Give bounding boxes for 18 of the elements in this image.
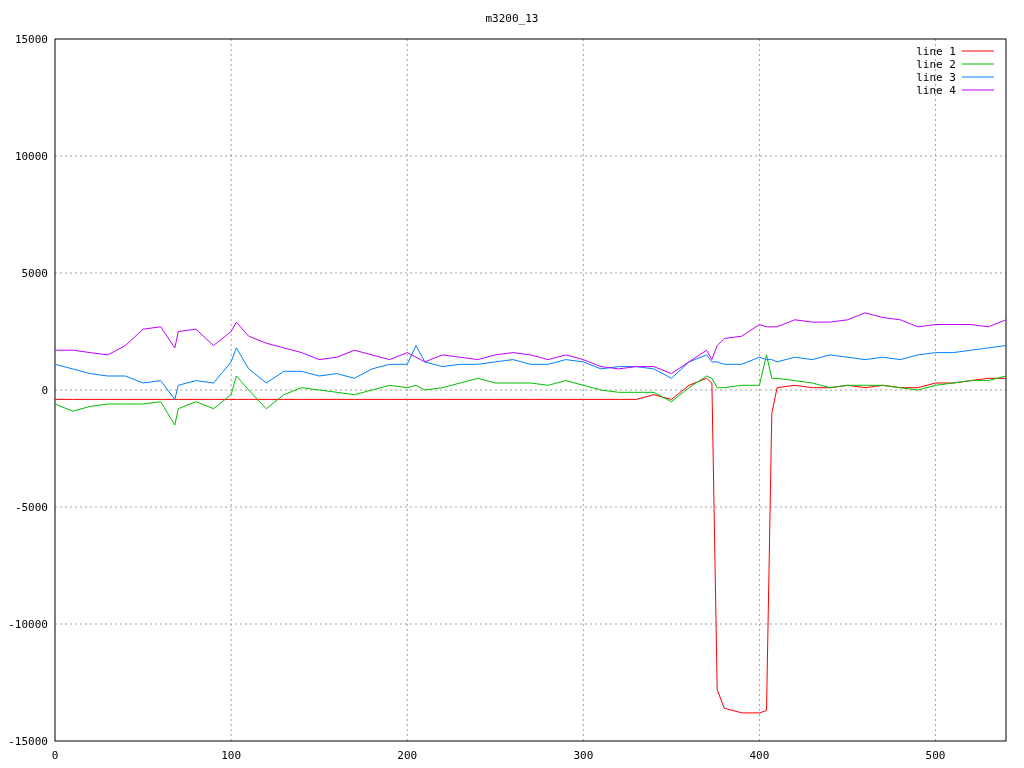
tick-label: 10000 xyxy=(14,150,48,163)
tick-label: -5000 xyxy=(14,501,48,514)
legend-label: line 4 xyxy=(916,84,956,97)
tick-label: 400 xyxy=(749,749,770,762)
tick-label: 15000 xyxy=(14,33,48,46)
tick-label: 5000 xyxy=(21,267,48,280)
legend-label: line 2 xyxy=(916,58,956,71)
tick-label: 0 xyxy=(41,384,48,397)
legend-label: line 3 xyxy=(916,71,956,84)
tick-label: 500 xyxy=(925,749,946,762)
tick-label: 0 xyxy=(51,749,59,762)
legend-label: line 1 xyxy=(916,45,956,58)
tick-label: 300 xyxy=(573,749,594,762)
tick-label: -15000 xyxy=(8,735,48,748)
chart-title: m3200_13 xyxy=(485,12,539,25)
tick-label: -10000 xyxy=(8,618,48,631)
tick-label: 100 xyxy=(221,749,242,762)
tick-label: 200 xyxy=(397,749,418,762)
